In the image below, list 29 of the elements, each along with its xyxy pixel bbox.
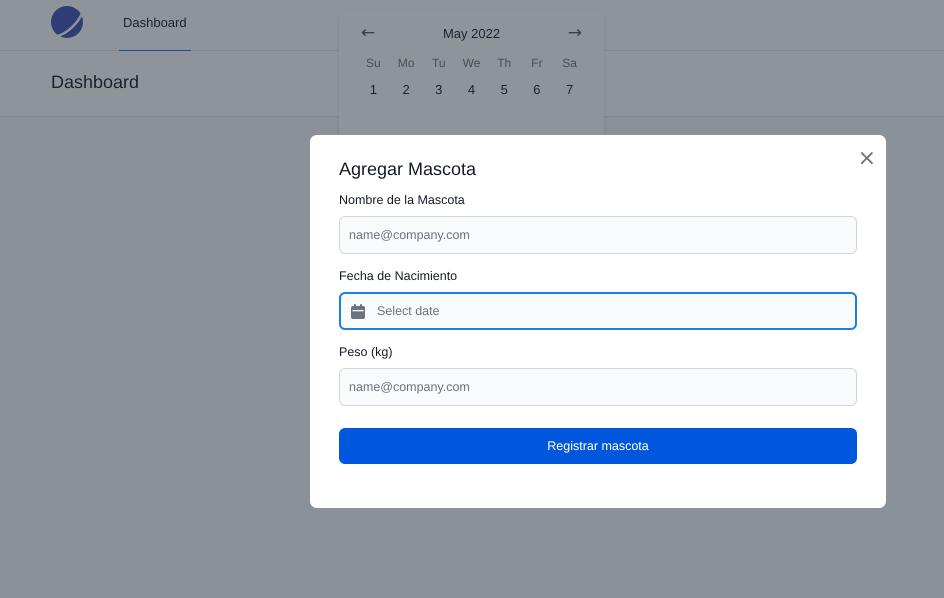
calendar-day[interactable]: 1 [357, 82, 390, 97]
calendar-icon [351, 304, 365, 319]
calendar-day[interactable]: 7 [553, 82, 586, 97]
close-button[interactable]: × [858, 149, 876, 169]
weekday-label: Fr [530, 56, 544, 70]
calendar-day[interactable]: 2 [390, 82, 422, 97]
logo-icon [51, 6, 83, 38]
field-label: Peso (kg) [339, 345, 394, 359]
calendar-day[interactable]: 3 [422, 82, 456, 97]
next-month-button[interactable]: → [564, 23, 586, 43]
weekday-label: Tu [431, 56, 447, 70]
calendar-day[interactable]: 5 [488, 82, 521, 97]
input-field[interactable]: name@company.com [339, 216, 857, 254]
weekday-label: Sa [561, 56, 578, 70]
page-title: Dashboard [51, 72, 140, 93]
submit-button[interactable]: Registrar mascota [339, 428, 857, 464]
weekday-label: Su [365, 56, 382, 70]
weekday-label: We [462, 56, 482, 70]
calendar-day[interactable]: 6 [520, 82, 554, 97]
field-label: Nombre de la Mascota [339, 193, 466, 207]
previous-month-button[interactable]: ← [357, 23, 380, 43]
date-field[interactable]: Select date [339, 292, 857, 330]
calendar-month: May 2022 [442, 26, 500, 40]
modal-title: Agregar Mascota [339, 158, 476, 181]
weekday-label: Th [496, 56, 512, 70]
field-label: Fecha de Nacimiento [339, 269, 458, 283]
weekday-label: Mo [396, 56, 416, 70]
calendar-day[interactable]: 4 [455, 82, 488, 97]
input-field[interactable]: name@company.com [339, 368, 857, 406]
